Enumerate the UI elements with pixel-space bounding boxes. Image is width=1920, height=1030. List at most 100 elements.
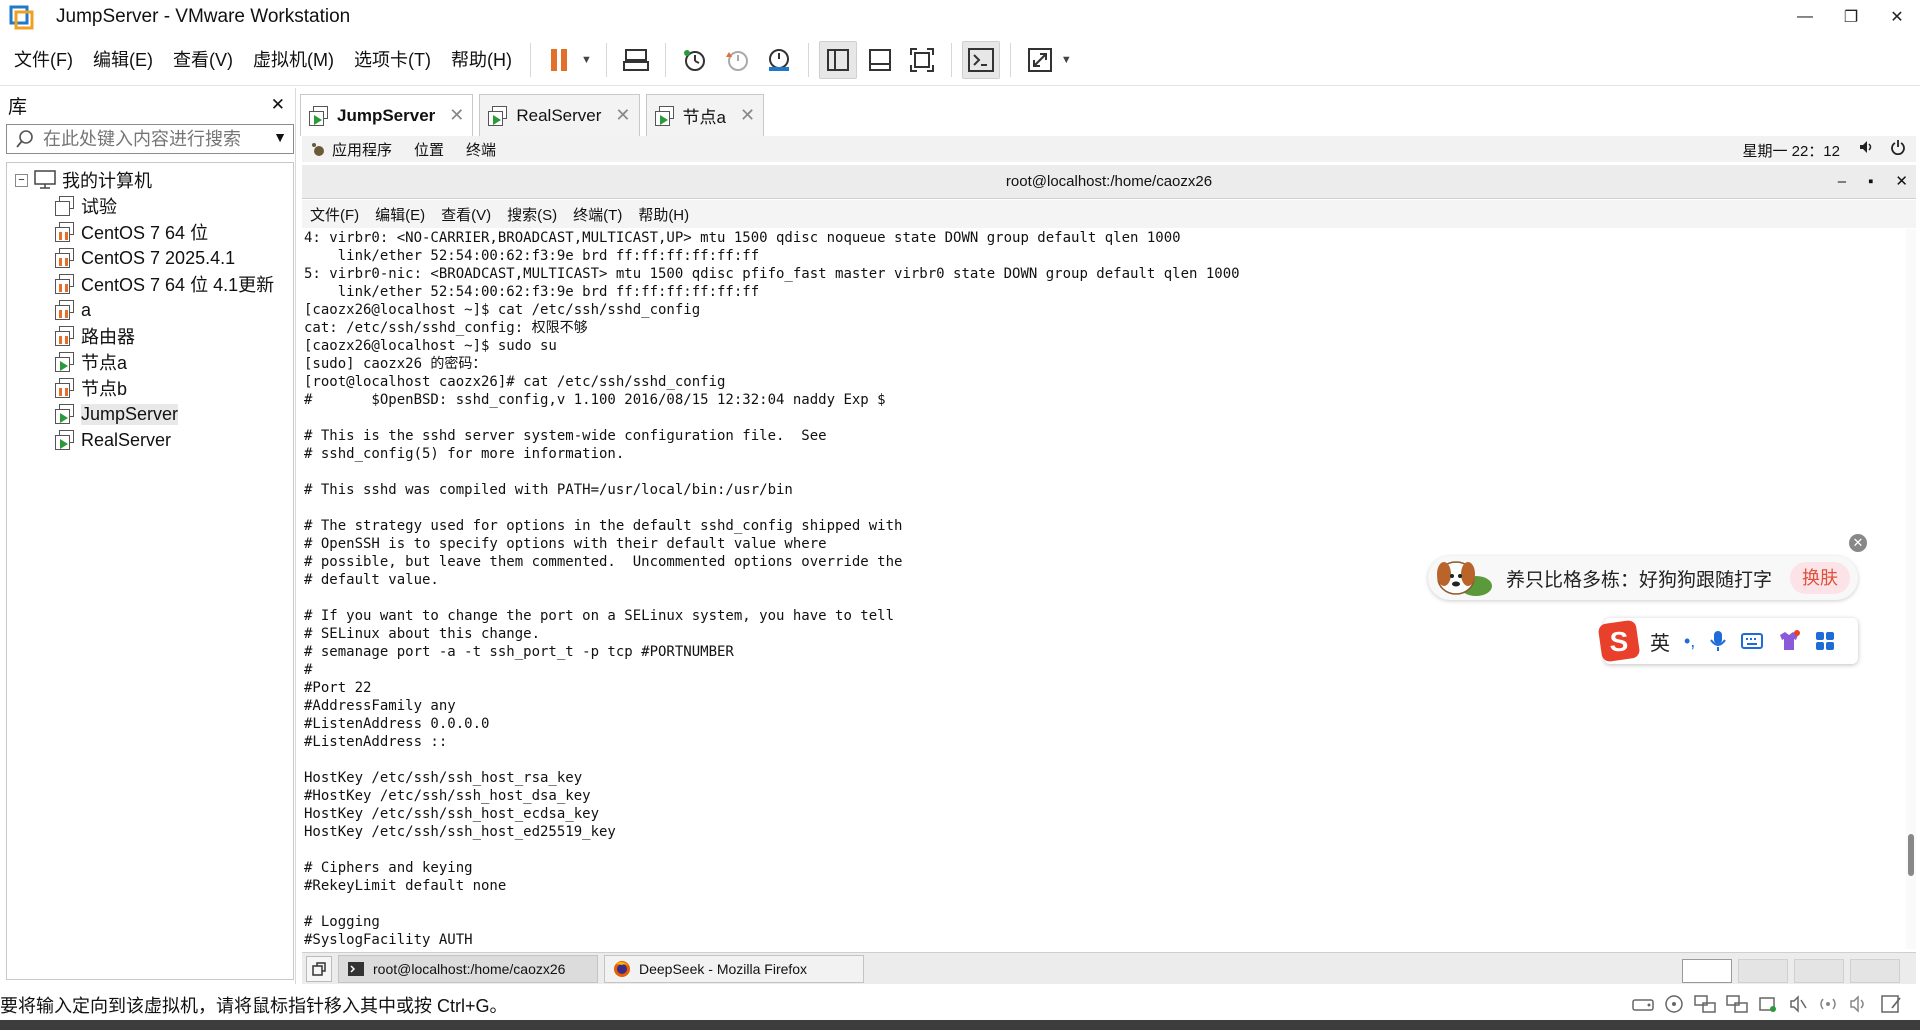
- snapshot-manager-button[interactable]: [760, 41, 798, 79]
- usb-device-icon[interactable]: [1758, 994, 1778, 1014]
- workspace-2[interactable]: [1738, 959, 1788, 983]
- tree-root-my-computer[interactable]: − 我的计算机: [15, 167, 152, 193]
- console-view-button[interactable]: [961, 40, 1000, 79]
- bluetooth-icon[interactable]: [1818, 994, 1838, 1014]
- workspace-4[interactable]: [1850, 959, 1900, 983]
- tab-close-icon[interactable]: ✕: [615, 105, 630, 126]
- terminal-menu-terminal[interactable]: 终端(T): [573, 204, 622, 225]
- tree-item-router[interactable]: 路由器: [55, 323, 135, 349]
- network-adapter-2-icon[interactable]: [1726, 994, 1748, 1014]
- terminal-menu-edit[interactable]: 编辑(E): [375, 204, 425, 225]
- revert-snapshot-button[interactable]: [718, 41, 756, 79]
- tab-label: JumpServer: [337, 105, 436, 125]
- gnome-places-menu[interactable]: 位置: [414, 139, 444, 160]
- terminal-menu-help[interactable]: 帮助(H): [638, 204, 689, 225]
- menu-help[interactable]: 帮助(H): [441, 45, 522, 75]
- volume-icon[interactable]: [1858, 139, 1874, 155]
- tab-realserver[interactable]: RealServer ✕: [479, 94, 640, 136]
- menu-file[interactable]: 文件(F): [4, 45, 83, 75]
- workspace-1[interactable]: [1682, 959, 1732, 983]
- library-search[interactable]: ▼: [6, 124, 294, 154]
- send-ctrl-alt-del-button[interactable]: [617, 41, 655, 79]
- menu-view[interactable]: 查看(V): [163, 45, 243, 75]
- tree-item-centos7-2025[interactable]: CentOS 7 2025.4.1: [55, 245, 235, 271]
- minimize-button[interactable]: —: [1782, 0, 1828, 34]
- tree-item-node-b[interactable]: 节点b: [55, 375, 127, 401]
- toolbox-grid-icon[interactable]: [1815, 631, 1835, 651]
- menu-tabs[interactable]: 选项卡(T): [344, 45, 441, 75]
- collapse-toggle-icon[interactable]: −: [15, 173, 28, 187]
- vm-paused-icon: [55, 326, 75, 346]
- restore-button[interactable]: ❐: [1828, 0, 1874, 34]
- terminal-menu-file[interactable]: 文件(F): [310, 204, 359, 225]
- terminal-menu-view[interactable]: 查看(V): [441, 204, 491, 225]
- ime-tip-close-icon[interactable]: ✕: [1849, 534, 1867, 552]
- tree-item-node-a[interactable]: 节点a: [55, 349, 127, 375]
- workspace-3[interactable]: [1794, 959, 1844, 983]
- tree-item-centos7-update[interactable]: CentOS 7 64 位 4.1更新: [55, 271, 274, 297]
- close-window-button[interactable]: ✕: [1874, 0, 1920, 34]
- terminal-close-button[interactable]: ✕: [1895, 165, 1908, 199]
- terminal-minimize-button[interactable]: –: [1838, 165, 1846, 199]
- tab-close-icon[interactable]: ✕: [449, 105, 464, 126]
- gnome-applications-menu[interactable]: 应用程序: [332, 139, 392, 160]
- network-adapter-icon[interactable]: [1694, 994, 1716, 1014]
- terminal-line: 4: virbr0: <NO-CARRIER,BROADCAST,MULTICA…: [304, 230, 1181, 246]
- terminal-scrollbar[interactable]: [1906, 229, 1916, 949]
- guest-taskbar: root@localhost:/home/caozx26 DeepSeek - …: [302, 952, 1916, 984]
- library-close-icon[interactable]: ✕: [271, 95, 285, 115]
- cd-dvd-icon[interactable]: [1664, 994, 1684, 1014]
- terminal-line: # This is the sshd server system-wide co…: [304, 428, 827, 444]
- tree-item-jumpserver[interactable]: JumpServer: [55, 401, 179, 427]
- pause-vm-button[interactable]: [541, 41, 579, 79]
- tree-item-centos7-64[interactable]: CentOS 7 64 位: [55, 219, 208, 245]
- terminal-line: # OpenSSH is to specify options with the…: [304, 536, 827, 552]
- ime-tip-banner[interactable]: 养只比格多栋：好狗狗跟随打字 换肤: [1428, 556, 1858, 600]
- terminal-title-bar: root@localhost:/home/caozx26 – ▪ ✕: [302, 165, 1916, 199]
- scrollbar-thumb[interactable]: [1908, 834, 1914, 876]
- stretch-dropdown-icon[interactable]: ▼: [1061, 54, 1072, 66]
- ime-toolbar: S 英 •,: [1598, 618, 1858, 664]
- terminal-title: root@localhost:/home/caozx26: [1005, 173, 1213, 190]
- sound-muted-icon[interactable]: [1848, 994, 1870, 1014]
- terminal-menu-search[interactable]: 搜索(S): [507, 204, 557, 225]
- tab-close-icon[interactable]: ✕: [740, 105, 755, 126]
- show-desktop-button[interactable]: [306, 955, 332, 982]
- tab-jumpserver[interactable]: JumpServer ✕: [300, 94, 474, 136]
- thumbnail-bar-button[interactable]: [861, 41, 899, 79]
- gnome-terminal-menu[interactable]: 终端: [466, 139, 496, 160]
- keyboard-icon[interactable]: [1741, 632, 1764, 650]
- ime-mode-toggle[interactable]: 英: [1650, 627, 1670, 656]
- vm-paused-icon: [55, 222, 75, 242]
- microphone-icon[interactable]: [1709, 630, 1727, 652]
- gnome-clock[interactable]: 星期一 22：12: [1742, 140, 1840, 161]
- power-dropdown-icon[interactable]: ▼: [581, 54, 592, 66]
- terminal-maximize-button[interactable]: ▪: [1868, 165, 1873, 199]
- stretch-guest-button[interactable]: [1021, 41, 1059, 79]
- sound-card-icon[interactable]: [1788, 994, 1808, 1014]
- menu-vm[interactable]: 虚拟机(M): [243, 45, 344, 75]
- tree-item-a[interactable]: a: [55, 297, 91, 323]
- full-screen-button[interactable]: [903, 41, 941, 79]
- tab-node-a[interactable]: 节点a ✕: [645, 94, 765, 136]
- show-library-button[interactable]: [818, 40, 857, 79]
- search-dropdown-icon[interactable]: ▼: [273, 129, 287, 145]
- ime-skin-button[interactable]: 换肤: [1790, 562, 1850, 594]
- library-search-input[interactable]: [43, 128, 263, 150]
- taskbar-terminal[interactable]: root@localhost:/home/caozx26: [338, 954, 598, 983]
- title-bar: JumpServer - VMware Workstation — ❐ ✕: [0, 0, 1920, 34]
- power-icon[interactable]: [1890, 139, 1906, 155]
- taskbar-firefox[interactable]: DeepSeek - Mozilla Firefox: [604, 954, 864, 983]
- tree-item-trial[interactable]: 试验: [55, 193, 117, 219]
- terminal-line: # $OpenBSD: sshd_config,v 1.100 2016/08/…: [304, 392, 886, 408]
- ime-punctuation-toggle[interactable]: •,: [1684, 631, 1695, 652]
- message-log-icon[interactable]: [1880, 994, 1902, 1014]
- take-snapshot-button[interactable]: [676, 41, 714, 79]
- tree-item-realserver[interactable]: RealServer: [55, 427, 171, 453]
- menu-edit[interactable]: 编辑(E): [83, 45, 163, 75]
- skin-shirt-icon[interactable]: [1777, 630, 1801, 652]
- vm-tree: − 我的计算机 试验 CentOS 7 64 位 CentOS 7 2025.4…: [6, 162, 294, 980]
- sogou-logo-icon[interactable]: S: [1596, 618, 1642, 664]
- hard-disk-icon[interactable]: [1632, 995, 1654, 1013]
